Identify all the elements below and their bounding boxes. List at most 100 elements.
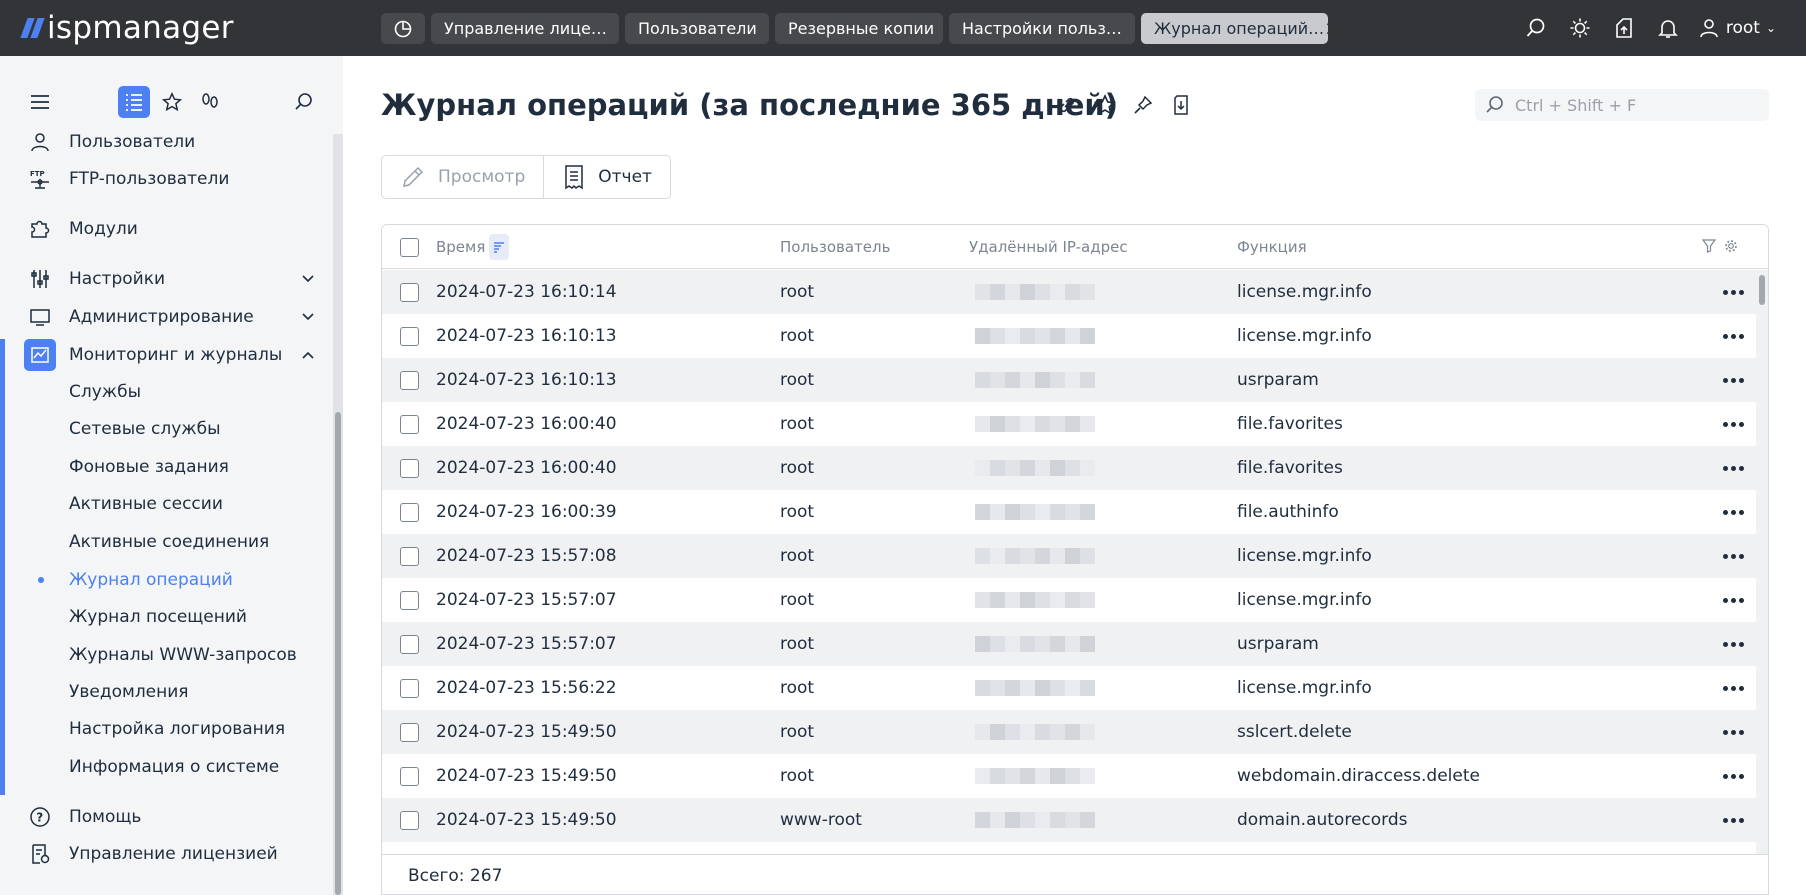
row-checkbox[interactable] xyxy=(400,678,419,698)
sidebar-search-icon[interactable] xyxy=(288,86,320,118)
sidebar-scrollbar-thumb[interactable] xyxy=(335,412,341,895)
bell-icon[interactable] xyxy=(1646,0,1690,56)
table-row[interactable]: 2024-07-23 16:00:40 root file.favorites xyxy=(382,446,1756,490)
report-button[interactable]: Отчет xyxy=(544,156,670,198)
sidebar-subitem-operations-log[interactable]: Журнал операций xyxy=(69,566,233,594)
select-all-checkbox[interactable] xyxy=(400,237,419,257)
row-checkbox[interactable] xyxy=(400,722,419,742)
row-checkbox[interactable] xyxy=(400,458,419,478)
table-row[interactable]: 2024-07-23 15:56:22 root license.mgr.info xyxy=(382,666,1756,710)
list-icon[interactable] xyxy=(118,86,150,118)
table-row[interactable]: 2024-07-23 16:10:13 root license.mgr.info xyxy=(382,314,1756,358)
row-checkbox[interactable] xyxy=(400,634,419,654)
table-row[interactable]: 2024-07-23 15:57:07 root license.mgr.info xyxy=(382,578,1756,622)
history-icon[interactable] xyxy=(381,13,425,44)
theme-sun-icon[interactable] xyxy=(1558,0,1602,56)
sidebar-subitem-services[interactable]: Службы xyxy=(69,378,141,406)
star-icon[interactable] xyxy=(1092,92,1118,118)
row-checkbox[interactable] xyxy=(400,502,419,522)
row-checkbox[interactable] xyxy=(400,370,419,390)
row-checkbox[interactable] xyxy=(400,546,419,566)
tab-operations-log[interactable]: Журнал операций… ✕ xyxy=(1141,13,1341,44)
row-checkbox[interactable] xyxy=(400,414,419,434)
sidebar-item-settings[interactable]: Настройки xyxy=(24,263,165,295)
search-icon[interactable] xyxy=(1514,0,1558,56)
tab-license[interactable]: Управление лице… xyxy=(431,13,619,44)
more-icon[interactable] xyxy=(1721,370,1745,390)
more-icon[interactable] xyxy=(1721,414,1745,434)
pin-icon[interactable] xyxy=(1130,92,1156,118)
row-checkbox[interactable] xyxy=(400,590,419,610)
sidebar-subitem-notifications[interactable]: Уведомления xyxy=(69,678,189,706)
sidebar-item-license[interactable]: Управление лицензией xyxy=(24,838,278,870)
tab-user-settings[interactable]: Настройки польз… xyxy=(949,13,1135,44)
more-icon[interactable] xyxy=(1721,590,1745,610)
sort-icon[interactable] xyxy=(489,234,510,260)
search-input[interactable] xyxy=(1515,95,1755,115)
close-icon[interactable]: ✕ xyxy=(1324,19,1341,39)
column-user[interactable]: Пользователь xyxy=(780,225,890,269)
link-icon[interactable] xyxy=(1054,92,1080,118)
more-icon[interactable] xyxy=(1721,546,1745,566)
sidebar-subitem-active-connections[interactable]: Активные соединения xyxy=(69,528,269,556)
row-checkbox[interactable] xyxy=(400,326,419,346)
table-row[interactable]: 2024-07-23 15:57:08 root license.mgr.info xyxy=(382,534,1756,578)
sidebar-subitem-background-tasks[interactable]: Фоновые задания xyxy=(69,453,229,481)
column-function[interactable]: Функция xyxy=(1237,225,1307,269)
footprints-icon[interactable] xyxy=(194,86,226,118)
menu-icon[interactable] xyxy=(24,86,56,118)
chevron-up-icon[interactable] xyxy=(300,347,316,363)
star-icon[interactable] xyxy=(156,86,188,118)
table-scrollbar-thumb[interactable] xyxy=(1759,275,1765,305)
more-icon[interactable] xyxy=(1721,722,1745,742)
filter-icon[interactable] xyxy=(1702,239,1716,253)
sidebar-subitem-visits-log[interactable]: Журнал посещений xyxy=(69,603,247,631)
column-time[interactable]: Время xyxy=(436,225,510,269)
table-row[interactable]: 2024-07-23 15:49:50 root sslcert.delete xyxy=(382,710,1756,754)
more-icon[interactable] xyxy=(1721,766,1745,786)
table-row[interactable]: 2024-07-23 15:49:50 root webdomain.diracce… xyxy=(382,754,1756,798)
user-menu[interactable]: root ⌄ xyxy=(1690,17,1806,39)
table-scrollbar[interactable] xyxy=(1756,270,1768,854)
gear-icon[interactable] xyxy=(1724,239,1738,253)
chevron-down-icon[interactable] xyxy=(300,271,316,287)
chevron-down-icon[interactable] xyxy=(300,309,316,325)
column-ip[interactable]: Удалённый IP-адрес xyxy=(969,225,1128,269)
search-field[interactable] xyxy=(1475,89,1769,121)
sidebar-subitem-network-services[interactable]: Сетевые службы xyxy=(69,415,221,443)
more-icon[interactable] xyxy=(1721,678,1745,698)
more-icon[interactable] xyxy=(1721,502,1745,522)
subitem-label: Активные соединения xyxy=(69,532,270,552)
sidebar-subitem-active-sessions[interactable]: Активные сессии xyxy=(69,490,223,518)
sidebar-item-ftp-users[interactable]: FTP FTP-пользователи xyxy=(24,163,229,195)
table-row[interactable]: 2024-07-23 16:00:39 root file.authinfo xyxy=(382,490,1756,534)
upload-icon[interactable] xyxy=(1602,0,1646,56)
table-row[interactable]: 2024-07-23 16:10:14 root license.mgr.info xyxy=(382,270,1756,314)
table-row[interactable]: 2024-07-23 16:10:13 root usrparam xyxy=(382,358,1756,402)
row-checkbox[interactable] xyxy=(400,766,419,786)
more-icon[interactable] xyxy=(1721,458,1745,478)
sidebar-subitem-www-logs[interactable]: Журналы WWW-запросов xyxy=(69,641,297,669)
logo[interactable]: ispmanager xyxy=(20,10,234,46)
more-icon[interactable] xyxy=(1721,634,1745,654)
sidebar-item-users[interactable]: Пользователи xyxy=(24,126,195,158)
row-checkbox[interactable] xyxy=(400,282,419,302)
tab-users[interactable]: Пользователи xyxy=(625,13,769,44)
more-icon[interactable] xyxy=(1721,282,1745,302)
cell-ip-redacted xyxy=(975,666,1127,710)
view-button[interactable]: Просмотр xyxy=(382,156,543,198)
row-checkbox[interactable] xyxy=(400,810,419,830)
sidebar-item-modules[interactable]: Модули xyxy=(24,213,138,245)
sidebar-item-help[interactable]: ? Помощь xyxy=(24,801,141,833)
tab-backups[interactable]: Резервные копии xyxy=(775,13,943,44)
sidebar-subitem-logging-settings[interactable]: Настройка логирования xyxy=(69,715,285,743)
table-row[interactable]: 2024-07-23 15:49:50 www-root domain.autore… xyxy=(382,798,1756,842)
sidebar-item-administration[interactable]: Администрирование xyxy=(24,301,254,333)
more-icon[interactable] xyxy=(1721,326,1745,346)
more-icon[interactable] xyxy=(1721,810,1745,830)
table-row[interactable]: 2024-07-23 15:57:07 root usrparam xyxy=(382,622,1756,666)
sidebar-subitem-system-info[interactable]: Информация о системе xyxy=(69,753,279,781)
sidebar-item-monitoring[interactable]: Мониторинг и журналы xyxy=(24,339,282,371)
table-row[interactable]: 2024-07-23 16:00:40 root file.favorites xyxy=(382,402,1756,446)
export-icon[interactable] xyxy=(1168,92,1194,118)
